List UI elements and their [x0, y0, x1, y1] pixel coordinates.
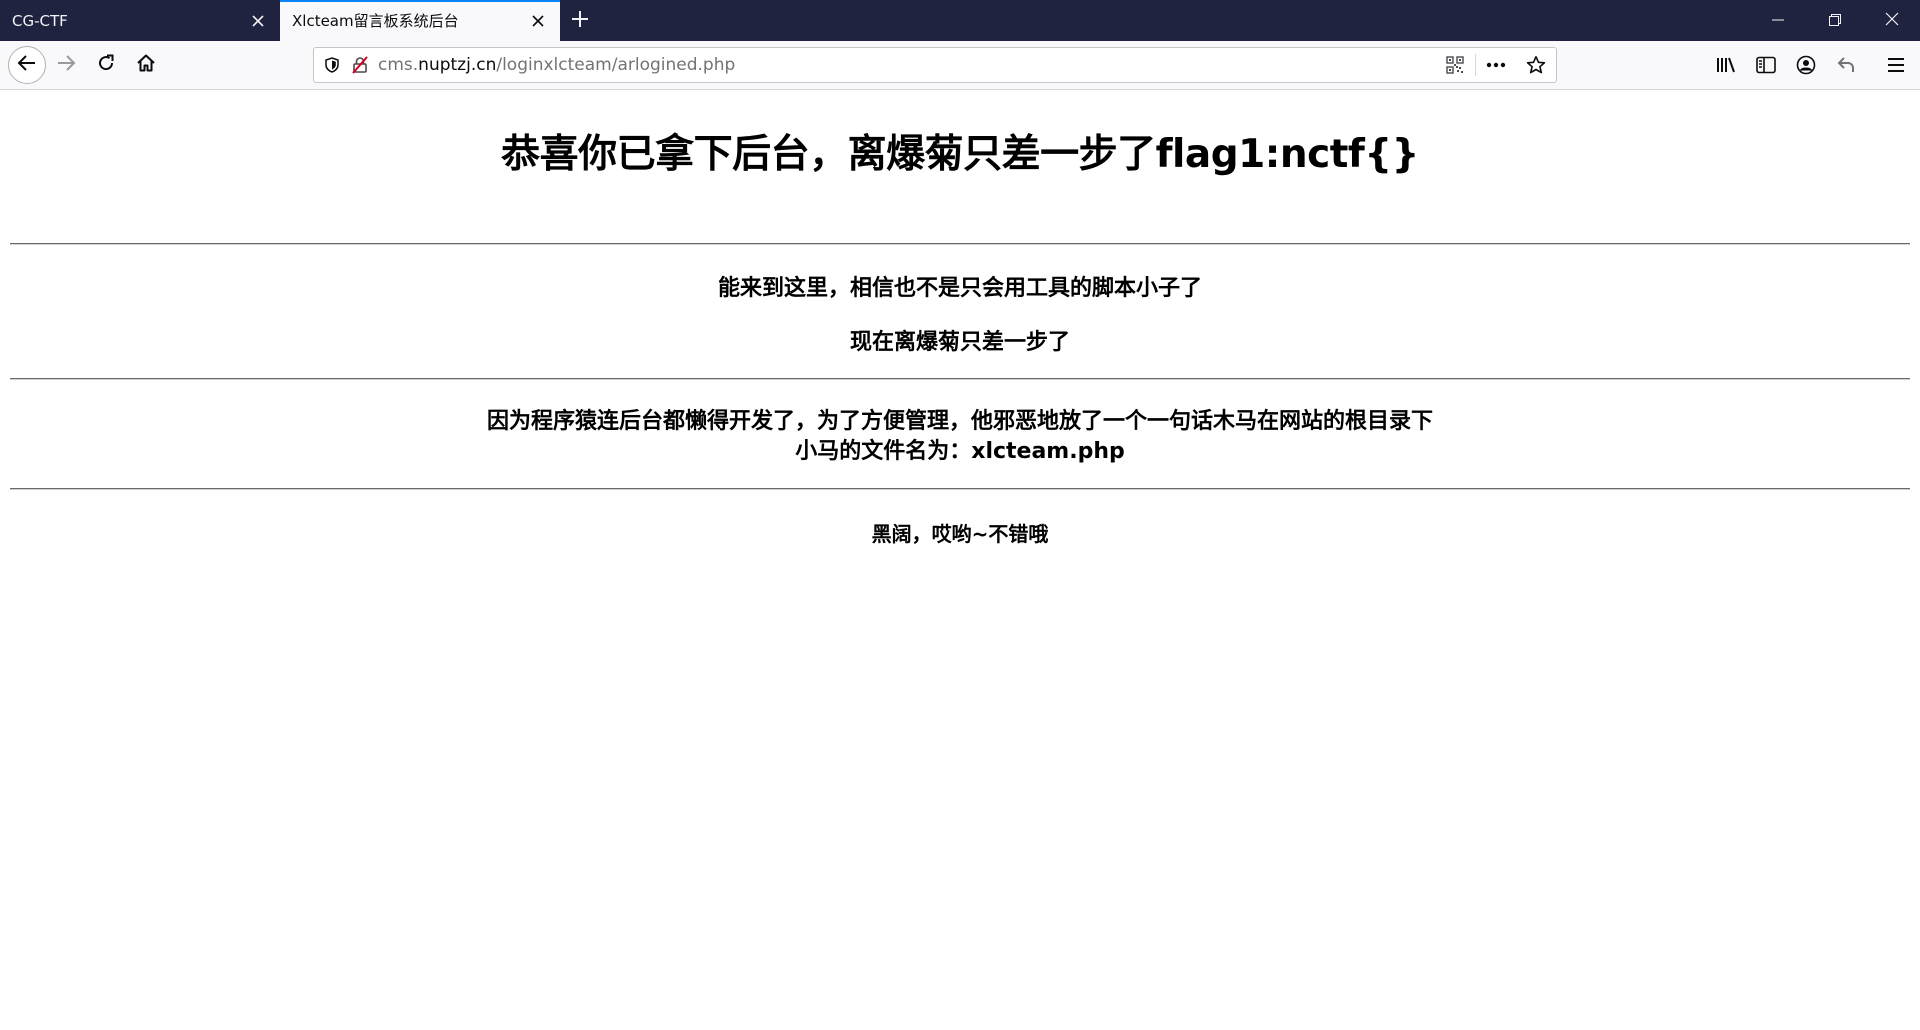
url-text[interactable]: cms.nuptzj.cn/loginxlcteam/arlogined.php	[378, 55, 735, 75]
account-icon[interactable]	[1790, 49, 1822, 81]
hamburger-menu-icon[interactable]	[1880, 49, 1912, 81]
page-heading: 恭喜你已拿下后台，离爆菊只差一步了flag1:nctf{}	[501, 132, 1419, 177]
shield-icon[interactable]	[318, 48, 346, 82]
qr-code-icon[interactable]	[1435, 48, 1475, 82]
more-icon[interactable]	[1476, 48, 1516, 82]
url-path: /loginxlcteam/arlogined.php	[496, 55, 736, 75]
restore-icon	[1828, 11, 1841, 30]
back-button[interactable]	[8, 46, 46, 84]
message-line-1: 能来到这里，相信也不是只会用工具的脚本小子了	[717, 276, 1202, 301]
message-line-4: 小马的文件名为：xlcteam.php	[795, 439, 1125, 464]
tab-xlcteam[interactable]: Xlcteam留言板系统后台	[280, 0, 560, 41]
close-window-button[interactable]	[1863, 0, 1920, 41]
minimize-icon	[1771, 11, 1784, 30]
home-icon	[136, 53, 156, 77]
close-window-icon	[1885, 11, 1899, 30]
plus-icon	[571, 10, 589, 32]
insecure-connection-icon[interactable]	[346, 48, 374, 82]
divider	[10, 488, 1910, 490]
minimize-button[interactable]	[1749, 0, 1806, 41]
message-line-3: 因为程序猿连后台都懒得开发了，为了方便管理，他邪恶地放了一个一句话木马在网站的根…	[486, 409, 1433, 434]
forward-button[interactable]	[50, 49, 82, 81]
tab-cg-ctf[interactable]: CG-CTF	[0, 0, 280, 41]
back-arrow-icon	[17, 53, 37, 77]
close-icon[interactable]	[528, 11, 548, 31]
url-bar[interactable]: cms.nuptzj.cn/loginxlcteam/arlogined.php	[313, 47, 1557, 83]
star-icon[interactable]	[1516, 48, 1556, 82]
restore-button[interactable]	[1806, 0, 1863, 41]
library-icon[interactable]	[1710, 49, 1742, 81]
reload-button[interactable]	[90, 49, 122, 81]
undo-icon[interactable]	[1830, 49, 1862, 81]
divider	[10, 243, 1910, 245]
new-tab-button[interactable]	[560, 0, 600, 41]
tab-title: Xlcteam留言板系统后台	[292, 12, 459, 30]
tab-title: CG-CTF	[12, 11, 68, 30]
url-host: nuptzj.cn	[418, 55, 497, 75]
window-controls	[1749, 0, 1920, 41]
url-bar-actions	[1435, 48, 1556, 82]
sidebar-icon[interactable]	[1750, 49, 1782, 81]
message-line-2: 现在离爆菊只差一步了	[849, 330, 1070, 355]
url-prefix: cms.	[378, 55, 419, 75]
tab-strip: CG-CTF Xlcteam留言板系统后台	[0, 0, 1920, 41]
close-icon[interactable]	[248, 11, 268, 31]
navigation-toolbar: cms.nuptzj.cn/loginxlcteam/arlogined.php	[0, 41, 1920, 90]
home-button[interactable]	[130, 49, 162, 81]
divider	[10, 378, 1910, 380]
reload-icon	[96, 53, 116, 77]
forward-arrow-icon	[56, 53, 76, 77]
message-line-5: 黑阔，哎哟~不错哦	[871, 522, 1049, 546]
